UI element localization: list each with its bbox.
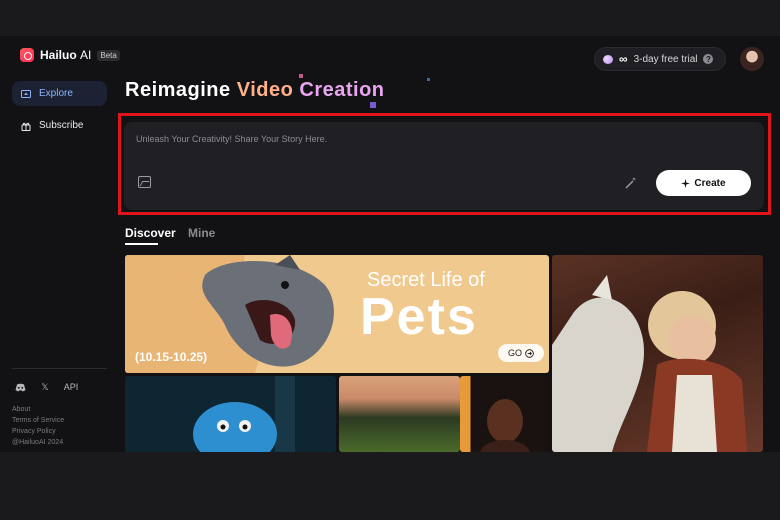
- terms-link[interactable]: Terms of Service: [12, 416, 64, 426]
- sidebar-divider: [12, 368, 107, 369]
- beta-badge: Beta: [97, 49, 120, 61]
- go-button[interactable]: GO: [498, 344, 544, 362]
- create-button[interactable]: Create: [656, 170, 751, 196]
- gift-icon: [21, 122, 31, 131]
- app-name: Hailuo AI: [40, 48, 92, 62]
- dragon-child-thumbnail: [552, 275, 747, 452]
- user-avatar[interactable]: [740, 47, 764, 71]
- compass-icon: [21, 89, 31, 98]
- gallery-video-card[interactable]: [460, 376, 549, 452]
- magic-wand-icon[interactable]: [624, 176, 638, 190]
- copyright-text: @HailuoAI 2024: [12, 439, 64, 446]
- free-trial-pill[interactable]: ∞ 3-day free trial ?: [594, 47, 726, 71]
- prompt-input[interactable]: Unleash Your Creativity! Share Your Stor…: [136, 134, 327, 144]
- gallery-video-card[interactable]: [339, 376, 460, 452]
- image-upload-icon[interactable]: [138, 176, 151, 188]
- footer-links: About Terms of Service Privacy Policy @H…: [12, 405, 64, 448]
- api-link[interactable]: API: [62, 380, 80, 394]
- go-button-label: GO: [507, 348, 522, 358]
- app-logo[interactable]: Hailuo AI Beta: [20, 48, 120, 62]
- sparkle-decoration: [427, 78, 430, 81]
- gallery-video-card[interactable]: [552, 255, 763, 452]
- sidebar-item-label: Explore: [39, 88, 73, 99]
- help-icon[interactable]: ?: [703, 54, 714, 64]
- arrow-circle-icon: [525, 348, 534, 358]
- credit-infinity: ∞: [619, 52, 628, 66]
- tab-mine[interactable]: Mine: [188, 226, 215, 240]
- window-silhouette-thumbnail: [480, 399, 530, 452]
- page-title: Reimagine Video Creation: [125, 79, 385, 101]
- sidebar-item-label: Subscribe: [39, 120, 84, 131]
- blue-monster-thumbnail: [125, 376, 336, 452]
- sparkle-icon: [681, 178, 691, 188]
- x-icon[interactable]: 𝕏: [37, 380, 53, 394]
- discord-icon[interactable]: [12, 380, 28, 394]
- prompt-input-box[interactable]: Unleash Your Creativity! Share Your Stor…: [124, 122, 764, 210]
- about-link[interactable]: About: [12, 405, 64, 415]
- gallery-video-card[interactable]: [125, 376, 336, 452]
- sparkle-decoration: [299, 74, 303, 78]
- sparkle-decoration: [370, 102, 376, 108]
- create-button-label: Create: [694, 177, 726, 189]
- tab-active-indicator: [125, 243, 158, 245]
- hailuo-logo-icon: [20, 48, 34, 62]
- free-trial-text: 3-day free trial: [633, 53, 698, 65]
- sidebar-item-subscribe[interactable]: Subscribe: [12, 113, 107, 138]
- banner-date: (10.15-10.25): [135, 350, 208, 364]
- banner-headline: Pets: [360, 288, 478, 346]
- featured-banner-card[interactable]: Secret Life of Pets (10.15-10.25) GO: [125, 255, 549, 373]
- app-window: Hailuo AI Beta ∞ 3-day free trial ? Expl…: [0, 36, 780, 452]
- privacy-link[interactable]: Privacy Policy: [12, 427, 64, 437]
- sidebar-item-explore[interactable]: Explore: [12, 81, 107, 106]
- credit-gem-icon: [603, 54, 613, 64]
- discord-glyph: [15, 383, 25, 391]
- tab-discover[interactable]: Discover: [125, 226, 176, 240]
